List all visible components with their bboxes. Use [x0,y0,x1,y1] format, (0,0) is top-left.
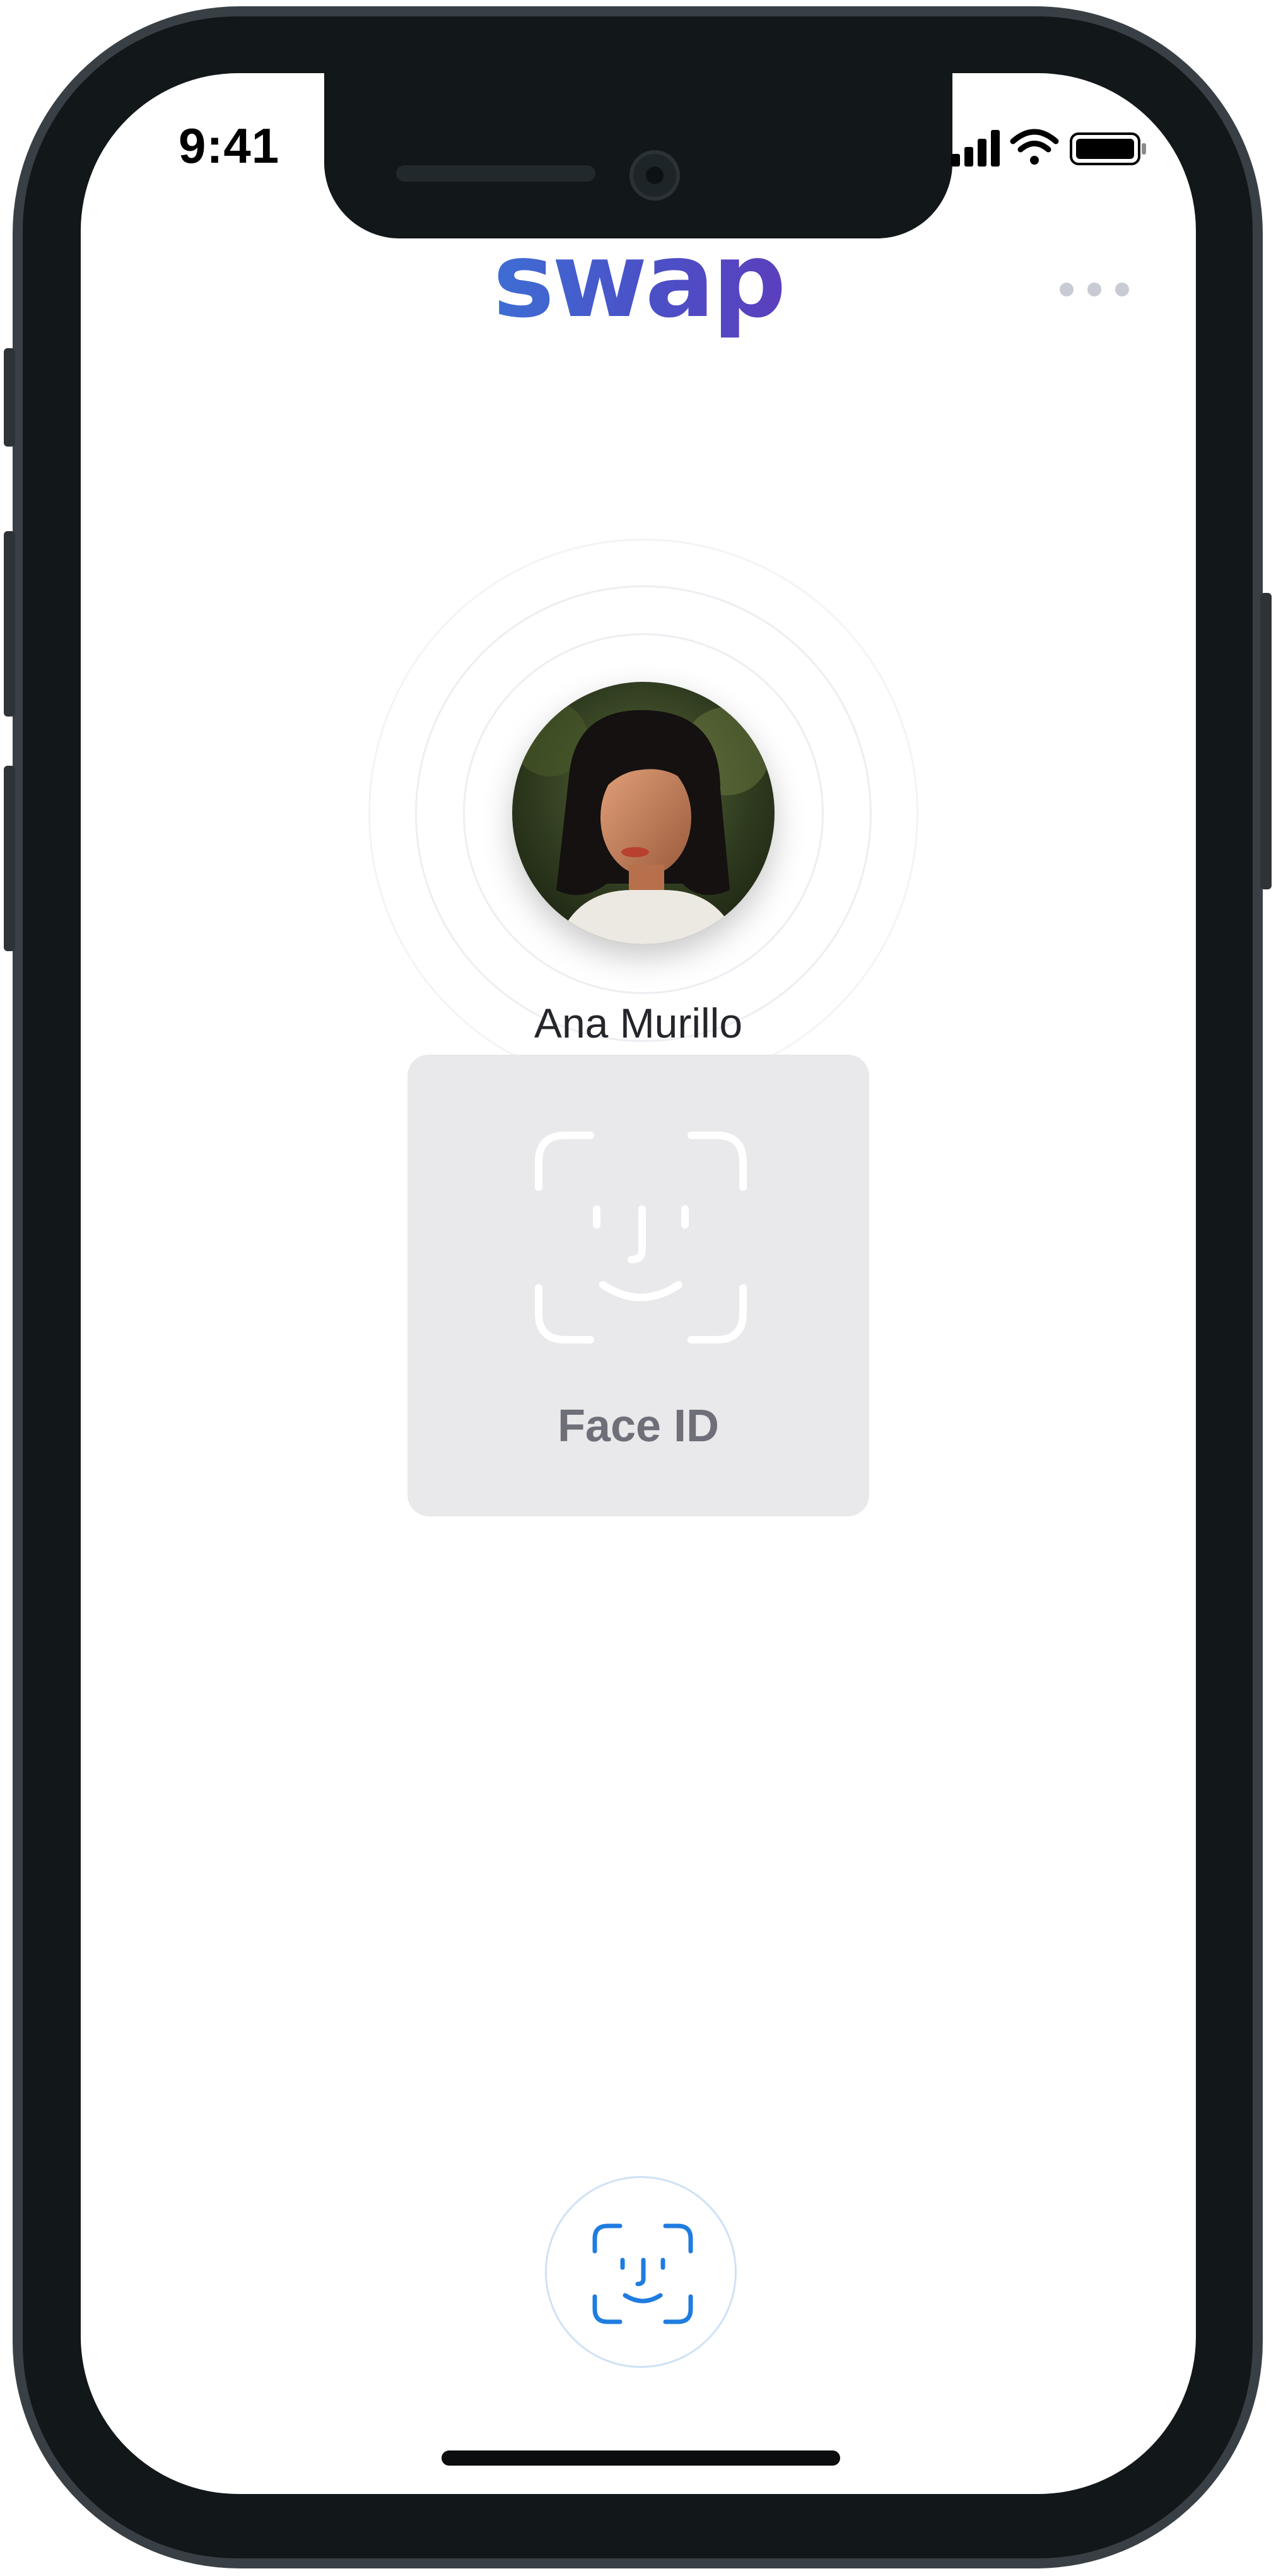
swap-logo: swap [81,220,1196,341]
user-name: Ana Murillo [534,1000,743,1046]
status-time: 9:41 [179,118,280,173]
profile-photo [512,682,775,944]
face-id-icon [592,2223,693,2324]
mute-switch [4,348,15,447]
more-options-button[interactable] [1057,276,1133,302]
face-id-icon [535,1132,747,1344]
faceid-label: Face ID [557,1401,720,1451]
faceid-sheet: Face ID [407,1055,869,1516]
logo-text: swap [493,220,786,341]
battery-icon [1070,132,1146,165]
cellular-signal-icon [951,130,1000,167]
more-horizontal-icon [1060,283,1074,296]
volume-up-button [4,531,15,717]
wifi-icon [1010,129,1059,165]
avatar [512,682,775,944]
screen: 9:41 swap Ana Murillo Face ID [81,73,1196,2494]
faceid-login-button[interactable] [545,2176,737,2368]
volume-down-button [4,766,15,951]
front-camera [629,150,680,201]
home-indicator[interactable] [442,2450,840,2466]
speaker-grille [396,165,595,182]
power-button [1260,593,1272,889]
status-icons [951,129,1146,167]
